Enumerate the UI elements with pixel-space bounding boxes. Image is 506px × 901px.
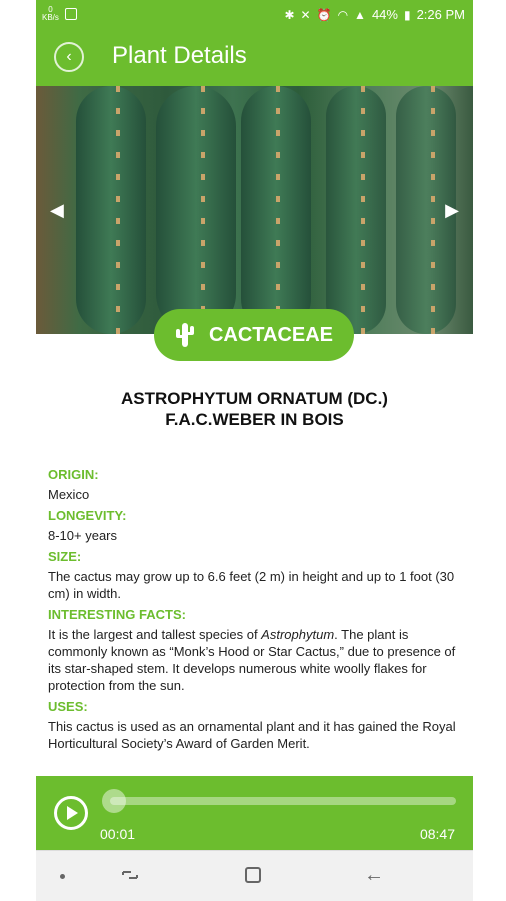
page-title: Plant Details [112, 42, 247, 69]
back-arrow-icon[interactable]: ← [364, 864, 384, 887]
back-button[interactable]: ‹ [54, 42, 84, 72]
seek-thumb[interactable] [102, 789, 126, 813]
arrow-left-icon[interactable]: ◀ [50, 200, 64, 221]
total-time: 08:47 [419, 826, 455, 842]
gallery-icon [64, 8, 77, 20]
spines [431, 86, 435, 334]
longevity-label: LONGEVITY: [48, 508, 127, 523]
arrow-right-icon[interactable]: ▶ [445, 200, 459, 221]
phone-screen: 0 KB/s ✱ ✕ ⏰ ◠ ▲ 44% ▮ 2:26 PM ‹ Plant D… [36, 0, 473, 901]
spines [361, 86, 365, 334]
family-name: CACTACEAE [208, 323, 334, 346]
origin-value: Mexico [48, 487, 90, 502]
spines [201, 86, 205, 334]
spines [116, 86, 120, 334]
plant-details: ORIGIN: Mexico LONGEVITY: 8-10+ years SI… [48, 466, 458, 756]
cactus-rib [326, 86, 386, 334]
recent-apps-icon[interactable] [121, 866, 139, 884]
mute-icon: ✕ [300, 7, 311, 22]
system-nav-bar: ← [36, 850, 473, 901]
status-bar: 0 KB/s ✱ ✕ ⏰ ◠ ▲ 44% ▮ 2:26 PM [36, 0, 473, 30]
clock: 2:26 PM [416, 7, 465, 22]
seek-bar[interactable] [110, 797, 456, 805]
cactus-rib [156, 86, 236, 334]
size-value: The cactus may grow up to 6.6 feet (2 m)… [48, 569, 455, 601]
chevron-left-icon: ‹ [66, 48, 72, 65]
cactus-icon [175, 323, 194, 347]
family-badge: CACTACEAE [154, 309, 354, 361]
nav-dot-icon[interactable] [60, 874, 65, 879]
cactus-rib [76, 86, 146, 334]
bluetooth-icon: ✱ [284, 7, 295, 22]
facts-value: It is the largest and tallest species of… [48, 627, 456, 693]
alarm-icon: ⏰ [316, 7, 332, 22]
app-bar: ‹ Plant Details [36, 30, 473, 86]
audio-player: 00:01 08:47 [36, 776, 473, 850]
uses-label: USES: [48, 699, 88, 714]
current-time: 00:01 [100, 826, 136, 842]
battery-percent: 44% [371, 7, 398, 22]
size-label: SIZE: [48, 549, 82, 564]
origin-label: ORIGIN: [48, 467, 99, 482]
wifi-icon: ◠ [337, 7, 349, 22]
longevity-value: 8-10+ years [48, 528, 118, 543]
battery-icon: ▮ [403, 7, 411, 22]
plant-name: ASTROPHYTUM ORNATUM (DC.) F.A.C.WEBER IN… [66, 388, 443, 430]
facts-label: INTERESTING FACTS: [48, 607, 186, 622]
uses-value: This cactus is used as an ornamental pla… [48, 719, 456, 751]
signal-icon: ▲ [354, 7, 366, 22]
plant-name-line2: F.A.C.WEBER IN BOIS [165, 410, 344, 429]
network-speed: 0 KB/s [42, 5, 59, 22]
home-icon[interactable] [245, 867, 261, 883]
play-button[interactable] [54, 796, 88, 830]
plant-name-line1: ASTROPHYTUM ORNATUM (DC.) [121, 389, 388, 408]
plant-image: ◀ ▶ [36, 86, 473, 334]
spines [276, 86, 280, 334]
